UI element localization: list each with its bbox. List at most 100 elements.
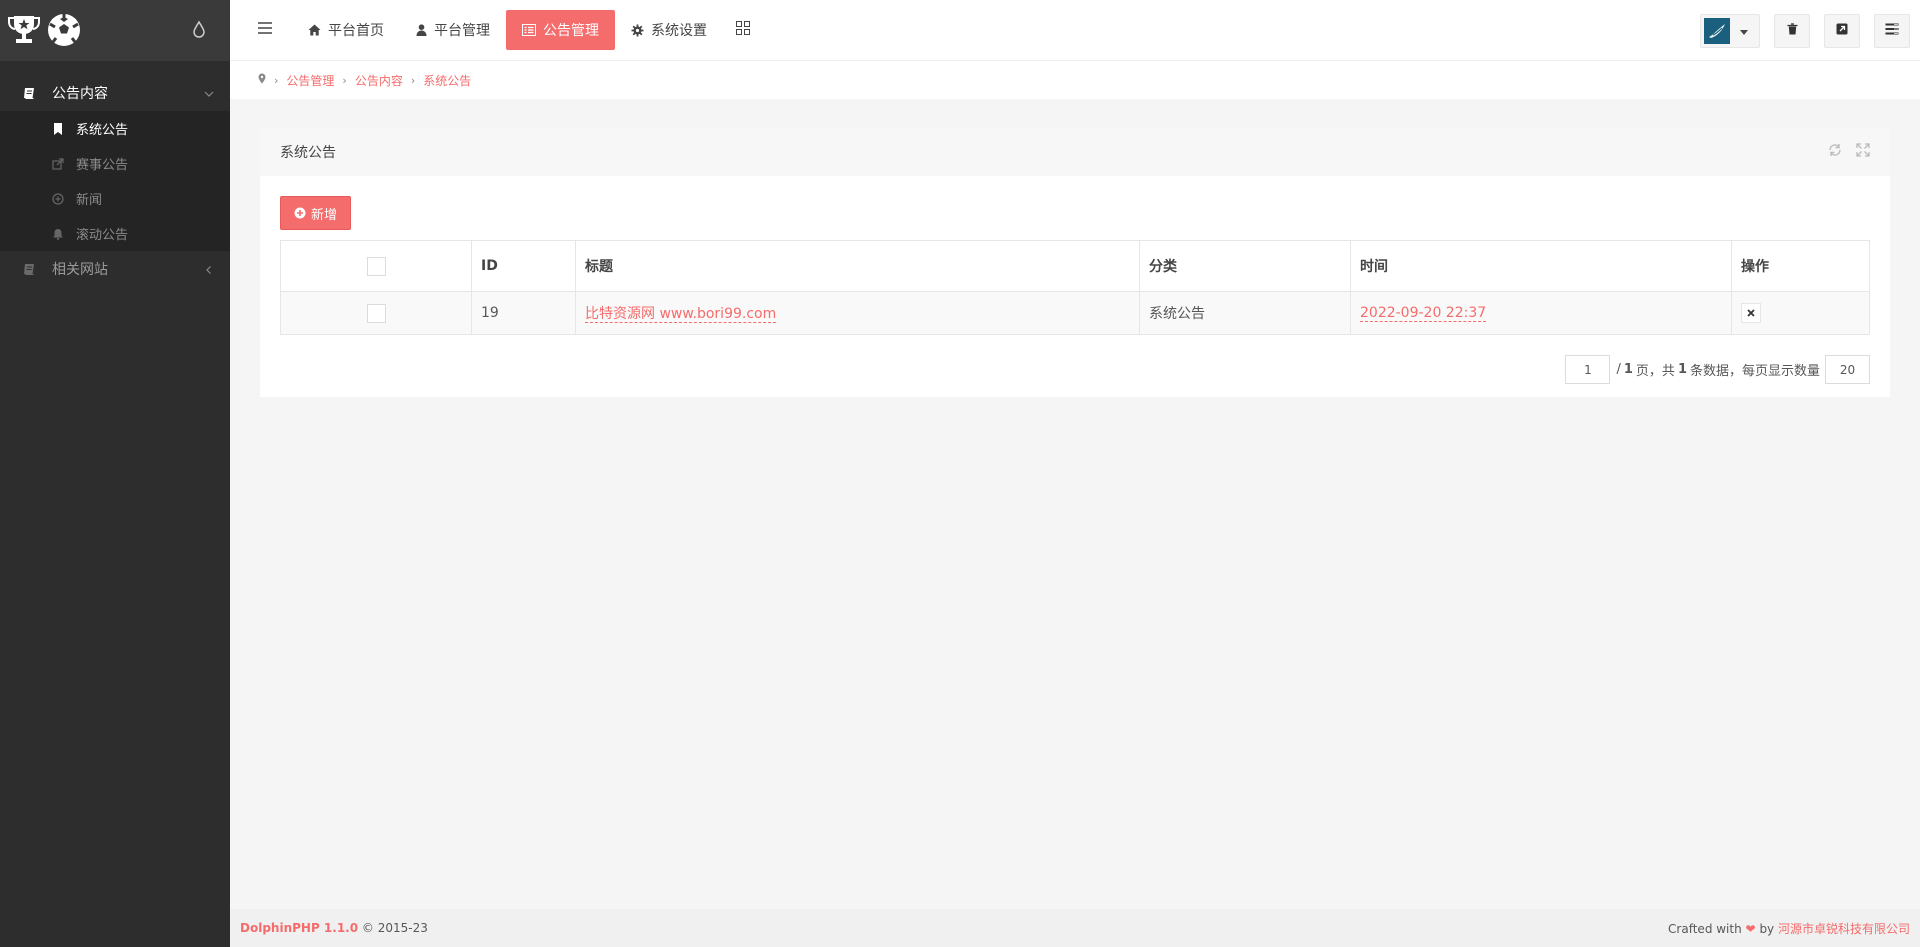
- sidebar-submenu: 系统公告 赛事公告 新闻 滚动公告: [0, 111, 230, 251]
- breadcrumb-separator: ›: [274, 73, 279, 87]
- add-button[interactable]: 新增: [280, 196, 352, 230]
- total-pages: 1: [1623, 362, 1633, 377]
- breadcrumb-item[interactable]: 系统公告: [423, 72, 471, 89]
- column-header[interactable]: 标题: [575, 240, 1140, 292]
- soccer-ball-icon: [46, 12, 82, 48]
- grid-icon: [736, 21, 750, 39]
- topbar: 平台首页 平台管理 公告管理 系统设置: [230, 0, 1920, 61]
- tab-platform-management[interactable]: 平台管理: [400, 10, 506, 50]
- title-editable-link[interactable]: 比特资源网 www.bori99.com: [585, 306, 777, 323]
- caret-down-icon: [1740, 23, 1748, 39]
- sidebar-group-label: 公告内容: [52, 86, 108, 102]
- breadcrumb-item[interactable]: 公告内容: [355, 72, 403, 89]
- tab-platform-home[interactable]: 平台首页: [292, 10, 400, 50]
- refresh-icon[interactable]: [1828, 143, 1842, 161]
- trash-icon: [1787, 23, 1798, 39]
- sidebar-item-scroll-notice[interactable]: 滚动公告: [0, 216, 230, 251]
- tab-label: 系统设置: [651, 23, 707, 39]
- external-link-icon: [1836, 23, 1848, 39]
- sidebar-item-news[interactable]: 新闻: [0, 181, 230, 216]
- map-marker-icon: [258, 73, 266, 87]
- tab-announcement-management[interactable]: 公告管理: [506, 10, 615, 50]
- total-records: 1: [1677, 362, 1687, 377]
- sidebar: 公告内容 系统公告 赛事公告 新闻 滚动公告 相关网站: [0, 0, 230, 947]
- sidebar-item-label: 新闻: [76, 193, 103, 208]
- time-editable-link[interactable]: 2022-09-20 22:37: [1360, 305, 1487, 322]
- plus-circle-icon: [294, 207, 306, 219]
- sidebar-group-announcements: 公告内容 系统公告 赛事公告 新闻 滚动公告: [0, 75, 230, 251]
- close-icon: [1747, 305, 1755, 321]
- menu-toggle-icon[interactable]: [258, 22, 272, 38]
- sidebar-item-label: 系统公告: [76, 123, 129, 138]
- panel-header: 系统公告: [260, 127, 1890, 176]
- page-number-input[interactable]: [1565, 355, 1611, 384]
- fullscreen-icon[interactable]: [1856, 143, 1870, 161]
- select-all-checkbox[interactable]: [366, 256, 386, 276]
- cell-title: 比特资源网 www.bori99.com: [575, 291, 1140, 335]
- sidebar-item-event-notice[interactable]: 赛事公告: [0, 146, 230, 181]
- footer-left: DolphinPHP 1.1.0 © 2015-23: [240, 921, 428, 935]
- footer-copyright: © 2015-23: [361, 921, 428, 935]
- gear-icon: [631, 24, 644, 37]
- tab-label: 公告管理: [543, 23, 599, 39]
- sidebar-group-label: 相关网站: [52, 262, 108, 278]
- footer-crafted: Crafted with: [1668, 921, 1742, 936]
- breadcrumb-separator: ›: [342, 73, 347, 87]
- per-page-input[interactable]: [1825, 355, 1870, 384]
- apps-grid-button[interactable]: [723, 10, 763, 50]
- sidebar-group-header[interactable]: 相关网站: [0, 251, 230, 287]
- footer-brand-link[interactable]: DolphinPHP 1.1.0: [240, 921, 358, 935]
- sidebar-header: [0, 0, 230, 61]
- book-icon: [22, 262, 36, 276]
- sidebar-group-header[interactable]: 公告内容: [0, 75, 230, 111]
- panel-title: 系统公告: [280, 144, 336, 161]
- footer-right: Crafted with ❤ by 河源市卓锐科技有限公司: [1668, 920, 1910, 937]
- sidebar-item-system-notice[interactable]: 系统公告: [0, 111, 230, 146]
- heart-icon: ❤: [1745, 921, 1756, 936]
- select-all-cell: [280, 240, 472, 292]
- column-header: 操作: [1731, 240, 1870, 292]
- tab-system-settings[interactable]: 系统设置: [615, 10, 723, 50]
- cell-time: 2022-09-20 22:37: [1350, 291, 1732, 335]
- topbar-actions: [1700, 14, 1910, 48]
- user-menu-button[interactable]: [1700, 14, 1760, 48]
- column-header[interactable]: 分类: [1139, 240, 1351, 292]
- data-table: ID 标题 分类 时间 操作 19 比特资源网 www.bori99.com 系…: [280, 240, 1870, 335]
- tab-label: 平台管理: [434, 23, 490, 39]
- plus-circle-icon: [52, 192, 64, 205]
- sidebar-nav: 公告内容 系统公告 赛事公告 新闻 滚动公告 相关网站: [0, 75, 230, 287]
- top-nav: 平台首页 平台管理 公告管理 系统设置: [292, 10, 763, 50]
- pager-text-records: 条数据，每页显示数量: [1689, 364, 1820, 379]
- breadcrumb: › 公告管理 › 公告内容 › 系统公告: [230, 61, 1920, 99]
- sidebar-item-label: 赛事公告: [76, 158, 129, 173]
- pager-text-pages: 页，共: [1635, 364, 1675, 379]
- panel-body: 新增 ID 标题 分类 时间 操作 19 比特资源网 www.bori99.co…: [260, 176, 1890, 384]
- row-checkbox[interactable]: [366, 303, 386, 323]
- side-overlay-button[interactable]: [1874, 14, 1910, 48]
- home-icon: [308, 24, 321, 36]
- open-frontend-button[interactable]: [1824, 14, 1860, 48]
- cell-id: 19: [471, 291, 576, 335]
- delete-button[interactable]: [1741, 303, 1761, 323]
- chevron-down-icon: [204, 87, 214, 103]
- breadcrumb-item[interactable]: 公告管理: [286, 72, 334, 89]
- sidebar-item-label: 滚动公告: [76, 228, 129, 243]
- user-icon: [416, 24, 427, 36]
- panel-tools: [1828, 143, 1870, 161]
- breadcrumb-separator: ›: [410, 73, 416, 87]
- book-icon: [22, 86, 36, 100]
- logo[interactable]: [6, 12, 82, 48]
- share-square-icon: [52, 157, 64, 170]
- clear-cache-button[interactable]: [1774, 14, 1810, 48]
- chevron-left-icon: [204, 263, 214, 279]
- column-header[interactable]: 时间: [1350, 240, 1732, 292]
- sidebar-group-related-sites: 相关网站: [0, 251, 230, 287]
- theme-drop-icon[interactable]: [192, 20, 206, 42]
- column-header[interactable]: ID: [471, 240, 576, 292]
- footer: DolphinPHP 1.1.0 © 2015-23 Crafted with …: [230, 909, 1920, 947]
- tasks-icon: [1885, 23, 1899, 39]
- trophy-icon: [6, 12, 42, 48]
- footer-company-link[interactable]: 河源市卓锐科技有限公司: [1778, 922, 1910, 936]
- pagination: / 1 页，共 1 条数据，每页显示数量: [280, 355, 1870, 384]
- add-button-label: 新增: [311, 207, 338, 223]
